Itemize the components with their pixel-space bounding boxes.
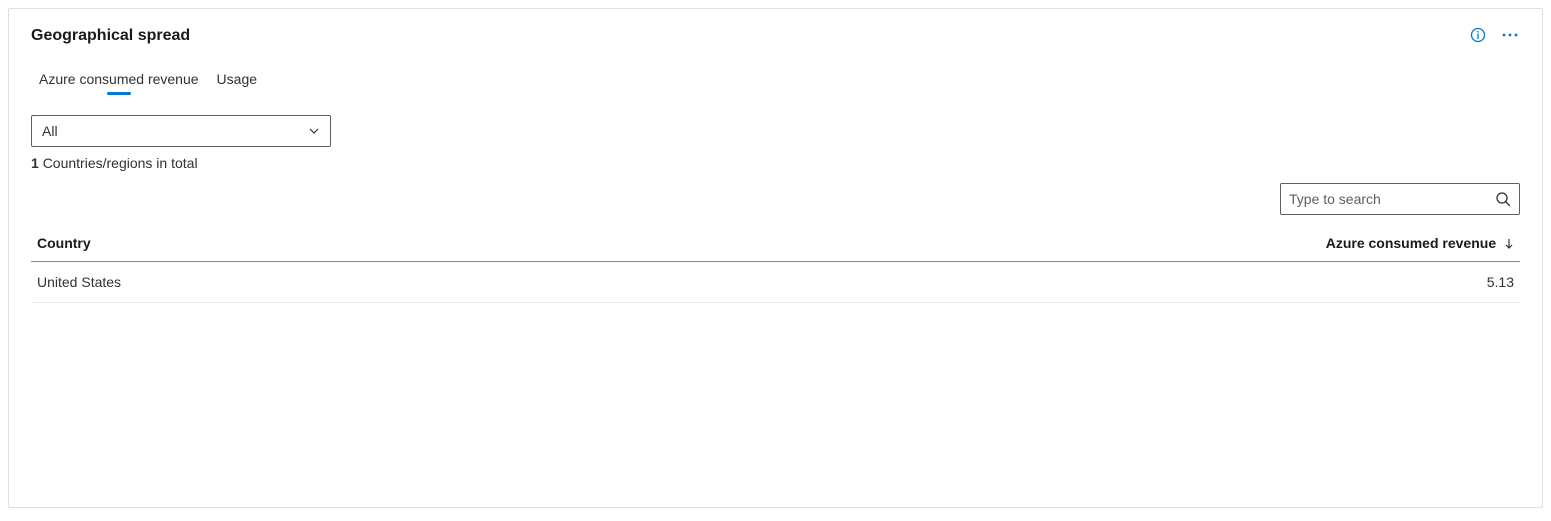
cell-revenue: 5.13 [514,262,1520,303]
card-title: Geographical spread [31,27,190,45]
search-row [31,183,1520,215]
tab-usage[interactable]: Usage [217,71,257,93]
geographical-spread-card: Geographical spread Azure consumed reven… [8,8,1543,508]
search-input[interactable] [1289,191,1489,207]
tabs: Azure consumed revenue Usage [39,71,1520,93]
card-header: Geographical spread [31,27,1520,45]
cell-country: United States [31,262,514,303]
sort-descending-icon [1504,238,1514,250]
country-count-label: Countries/regions in total [43,155,198,171]
chevron-down-icon [308,125,320,137]
info-icon[interactable] [1470,27,1486,43]
geo-table: Country Azure consumed revenue United St… [31,225,1520,303]
table-row[interactable]: United States 5.13 [31,262,1520,303]
country-count-number: 1 [31,155,39,171]
country-filter-dropdown[interactable]: All [31,115,331,147]
col-header-country[interactable]: Country [31,225,514,262]
card-header-actions [1470,27,1520,43]
more-actions-button[interactable] [1500,33,1520,37]
country-count-summary: 1 Countries/regions in total [31,155,1520,171]
col-header-revenue[interactable]: Azure consumed revenue [514,225,1520,262]
tab-azure-consumed-revenue[interactable]: Azure consumed revenue [39,71,199,93]
search-icon [1495,191,1511,207]
dropdown-selected-value: All [42,123,58,139]
search-box[interactable] [1280,183,1520,215]
